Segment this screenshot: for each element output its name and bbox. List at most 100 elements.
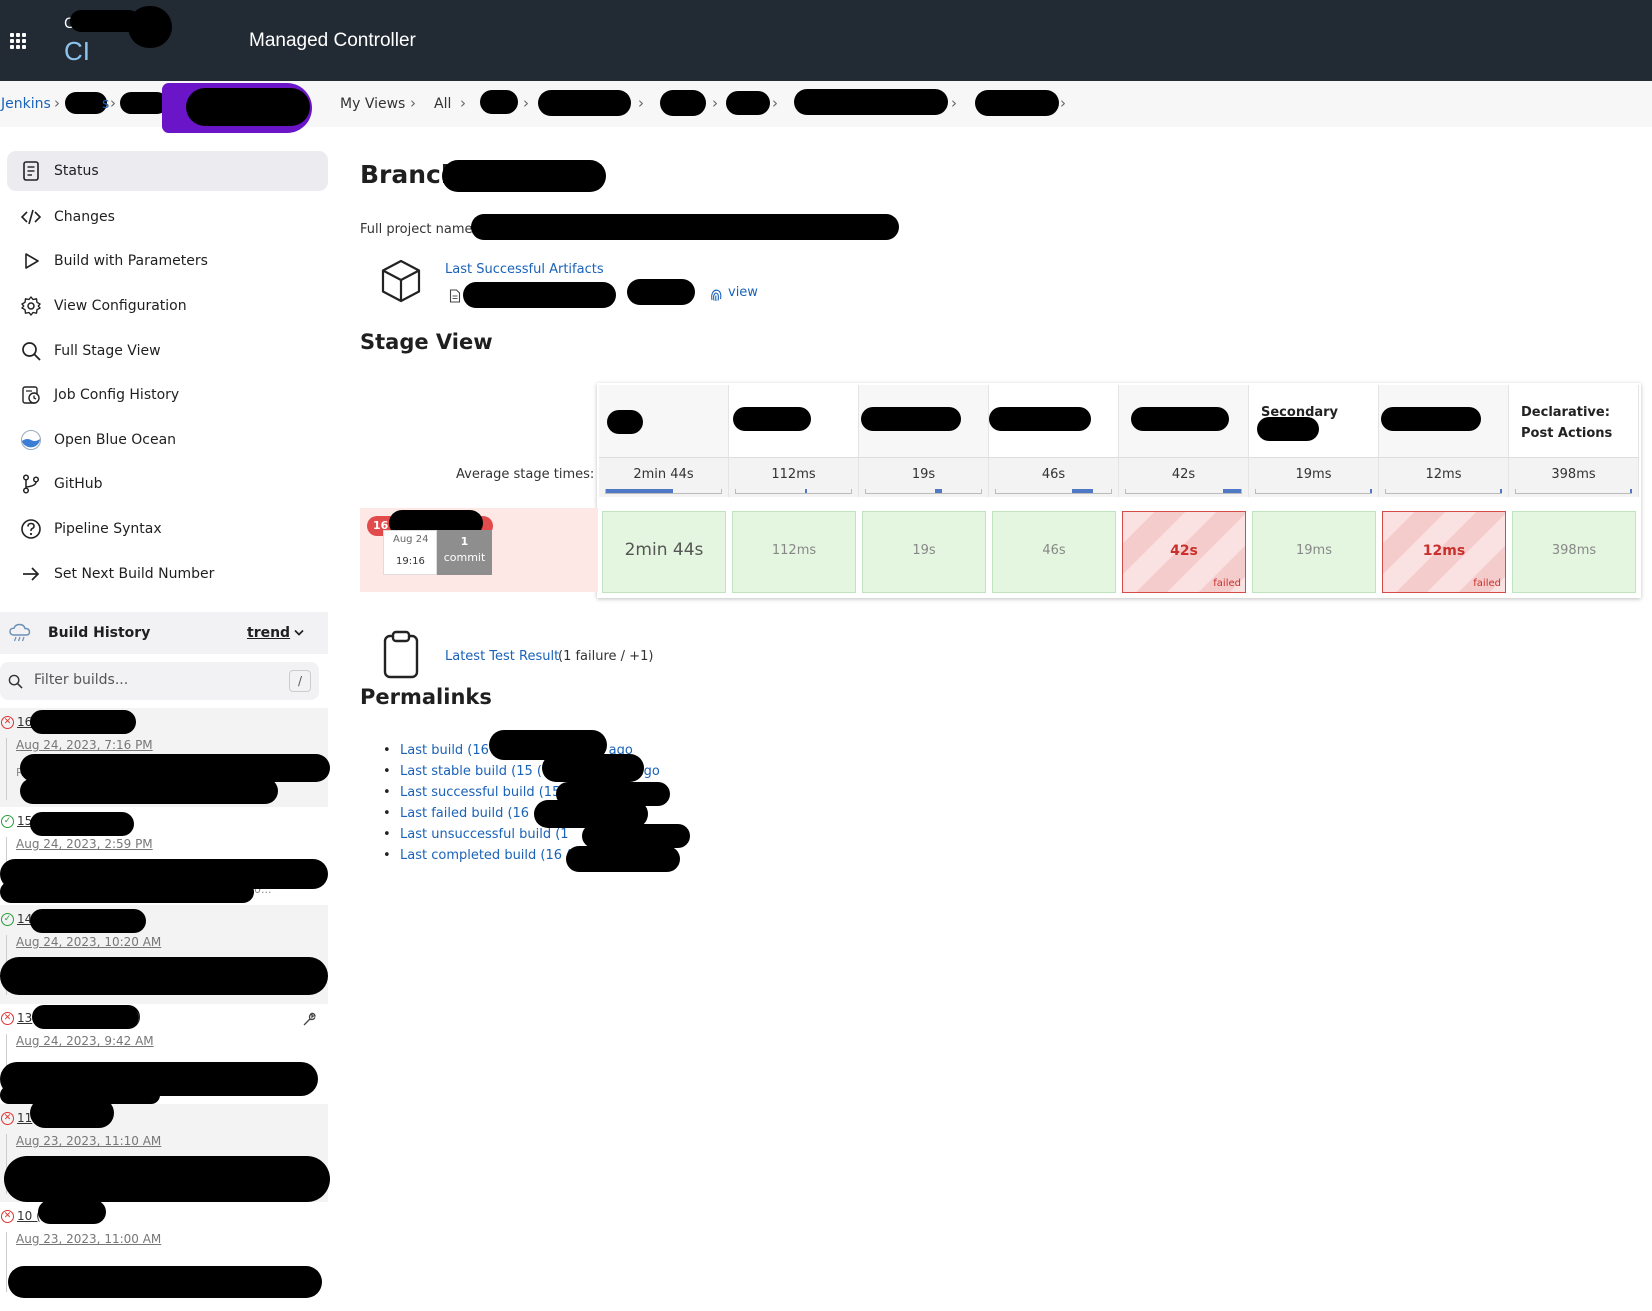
weather-cloud-rain-icon xyxy=(9,623,31,642)
stage-header xyxy=(729,385,859,457)
stage-header xyxy=(859,385,989,457)
wrench-icon[interactable] xyxy=(301,1011,317,1027)
sidebar-item-build-with-parameters[interactable]: Build with Parameters xyxy=(7,241,328,281)
sidebar-item-label: View Configuration xyxy=(54,298,187,314)
stage-cell-success[interactable]: 19ms xyxy=(1252,511,1376,593)
redaction xyxy=(566,846,680,872)
build-row[interactable]: ✕ 16 Aug 24, 2023, 7:16 PM Ru xyxy=(0,708,330,807)
redaction xyxy=(38,1200,106,1224)
breadcrumb-all[interactable]: All xyxy=(434,96,451,112)
breadcrumb-separator: › xyxy=(410,94,416,112)
redaction xyxy=(32,1005,140,1029)
sidebar-item-open-blue-ocean[interactable]: Open Blue Ocean xyxy=(7,420,328,460)
stage-header xyxy=(599,385,729,457)
redaction xyxy=(186,88,310,126)
sidebar-item-label: Pipeline Syntax xyxy=(54,521,162,537)
last-successful-artifacts-link[interactable]: Last Successful Artifacts xyxy=(445,262,604,277)
commits-box[interactable]: 1 commit xyxy=(437,530,492,575)
stage-time-bar xyxy=(735,489,852,494)
sidebar-item-full-stage-view[interactable]: Full Stage View xyxy=(7,331,328,371)
sidebar-item-changes[interactable]: Changes xyxy=(7,197,328,237)
permalink-link[interactable]: Last successful build (15 xyxy=(400,785,560,800)
branch-icon xyxy=(22,474,40,494)
stage-cell-failed[interactable]: 42s failed xyxy=(1122,511,1246,593)
build-date[interactable]: Aug 24, 2023, 7:16 PM xyxy=(16,738,153,752)
sidebar-item-github[interactable]: GitHub xyxy=(7,464,328,504)
stage-cell-success[interactable]: 2min 44s xyxy=(602,511,726,593)
build-row[interactable]: ✕ 11 Aug 23, 2023, 11:10 AM xyxy=(0,1098,330,1202)
stage-cell-success[interactable]: 46s xyxy=(992,511,1116,593)
breadcrumb-item[interactable]: s xyxy=(102,96,109,112)
redaction xyxy=(0,881,254,903)
stage-average-time: 398ms xyxy=(1551,467,1596,482)
filter-builds-input[interactable] xyxy=(34,672,264,688)
stage-cell-success[interactable]: 112ms xyxy=(732,511,856,593)
redaction xyxy=(471,214,899,240)
permalinks-title: Permalinks xyxy=(360,685,492,709)
success-status-icon: ✓ xyxy=(1,913,14,926)
redaction xyxy=(582,824,690,848)
failed-status-icon: ✕ xyxy=(1,716,14,729)
sidebar-item-pipeline-syntax[interactable]: Pipeline Syntax xyxy=(7,509,328,549)
redaction xyxy=(660,90,706,116)
keyboard-shortcut-badge: / xyxy=(289,670,311,692)
build-row[interactable]: ✓ 15 Aug 24, 2023, 2:59 PM 0... xyxy=(0,807,328,905)
breadcrumb-separator: › xyxy=(638,94,644,112)
breadcrumb-jenkins[interactable]: Jenkins xyxy=(1,96,51,112)
stage-average-time: 2min 44s xyxy=(633,467,694,482)
blue-ocean-icon xyxy=(21,430,41,450)
stage-header xyxy=(989,385,1119,457)
sidebar-item-job-config-history[interactable]: Job Config History xyxy=(7,375,328,415)
stage-time-bar xyxy=(1515,489,1633,494)
stage-cell-failed[interactable]: 12ms failed xyxy=(1382,511,1506,593)
build-row[interactable]: ✕ 13 ) Aug 24, 2023, 9:42 AM xyxy=(0,1004,328,1104)
search-icon xyxy=(22,342,41,361)
build-row[interactable]: ✕ 10 ( Aug 23, 2023, 11:00 AM xyxy=(0,1200,328,1311)
stage-duration: 19s xyxy=(912,543,936,558)
permalink-link[interactable]: Last stable build (15 ( xyxy=(400,764,542,779)
stage-duration: 398ms xyxy=(1551,543,1597,558)
chevron-down-icon[interactable] xyxy=(293,628,305,638)
test-result-summary: (1 failure / +1) xyxy=(558,649,654,664)
build-date[interactable]: Aug 23, 2023, 11:10 AM xyxy=(16,1134,161,1148)
gear-icon xyxy=(21,296,41,316)
redaction xyxy=(128,6,172,48)
brand-logo[interactable]: CI xyxy=(64,36,90,67)
stage-header: Declarative: Post Actions xyxy=(1509,385,1639,457)
redaction xyxy=(30,812,134,836)
latest-test-result-link[interactable]: Latest Test Result xyxy=(445,649,559,664)
redaction xyxy=(120,92,168,114)
breadcrumb-separator: › xyxy=(951,94,957,112)
build-row[interactable]: ✓ 14 Aug 24, 2023, 10:20 AM xyxy=(0,905,328,1004)
redaction xyxy=(1131,407,1229,431)
permalink-link[interactable]: Last completed build (16 ( xyxy=(400,848,571,863)
breadcrumb-my-views[interactable]: My Views xyxy=(340,96,405,112)
stage-time-bar-fill xyxy=(1629,489,1633,493)
stage-time-bar-fill xyxy=(1222,489,1241,493)
build-date[interactable]: Aug 24, 2023, 9:42 AM xyxy=(16,1034,154,1048)
stage-cell-success[interactable]: 398ms xyxy=(1512,511,1636,593)
stage-time-bar-fill xyxy=(1071,489,1093,493)
trend-link[interactable]: trend xyxy=(247,625,290,641)
help-icon xyxy=(21,519,41,539)
app-switcher-icon[interactable] xyxy=(10,33,27,50)
permalink-link[interactable]: Last build (16 xyxy=(400,743,489,758)
permalink-link[interactable]: Last failed build (16 ( xyxy=(400,806,538,821)
breadcrumb-separator: › xyxy=(54,94,60,112)
search-icon xyxy=(8,674,23,689)
stage-duration: 19ms xyxy=(1296,543,1332,558)
build-date[interactable]: Aug 23, 2023, 11:00 AM xyxy=(16,1232,161,1246)
permalink-link[interactable]: Last unsuccessful build (1 xyxy=(400,827,569,842)
fingerprint-view-link[interactable]: view xyxy=(728,285,758,300)
stage-cell-success[interactable]: 19s xyxy=(862,511,986,593)
redaction xyxy=(607,410,643,434)
build-number[interactable]: 13 xyxy=(17,1011,32,1025)
sidebar-item-status[interactable]: Status xyxy=(7,151,328,191)
sidebar-item-view-configuration[interactable]: View Configuration xyxy=(7,286,328,326)
build-date[interactable]: Aug 24, 2023, 10:20 AM xyxy=(16,935,161,949)
run-time: 19:16 xyxy=(396,556,425,567)
sidebar-item-set-next-build-number[interactable]: Set Next Build Number xyxy=(7,554,328,594)
redaction xyxy=(861,407,961,431)
build-date[interactable]: Aug 24, 2023, 2:59 PM xyxy=(16,837,153,851)
stage-average: 42s xyxy=(1119,457,1249,497)
